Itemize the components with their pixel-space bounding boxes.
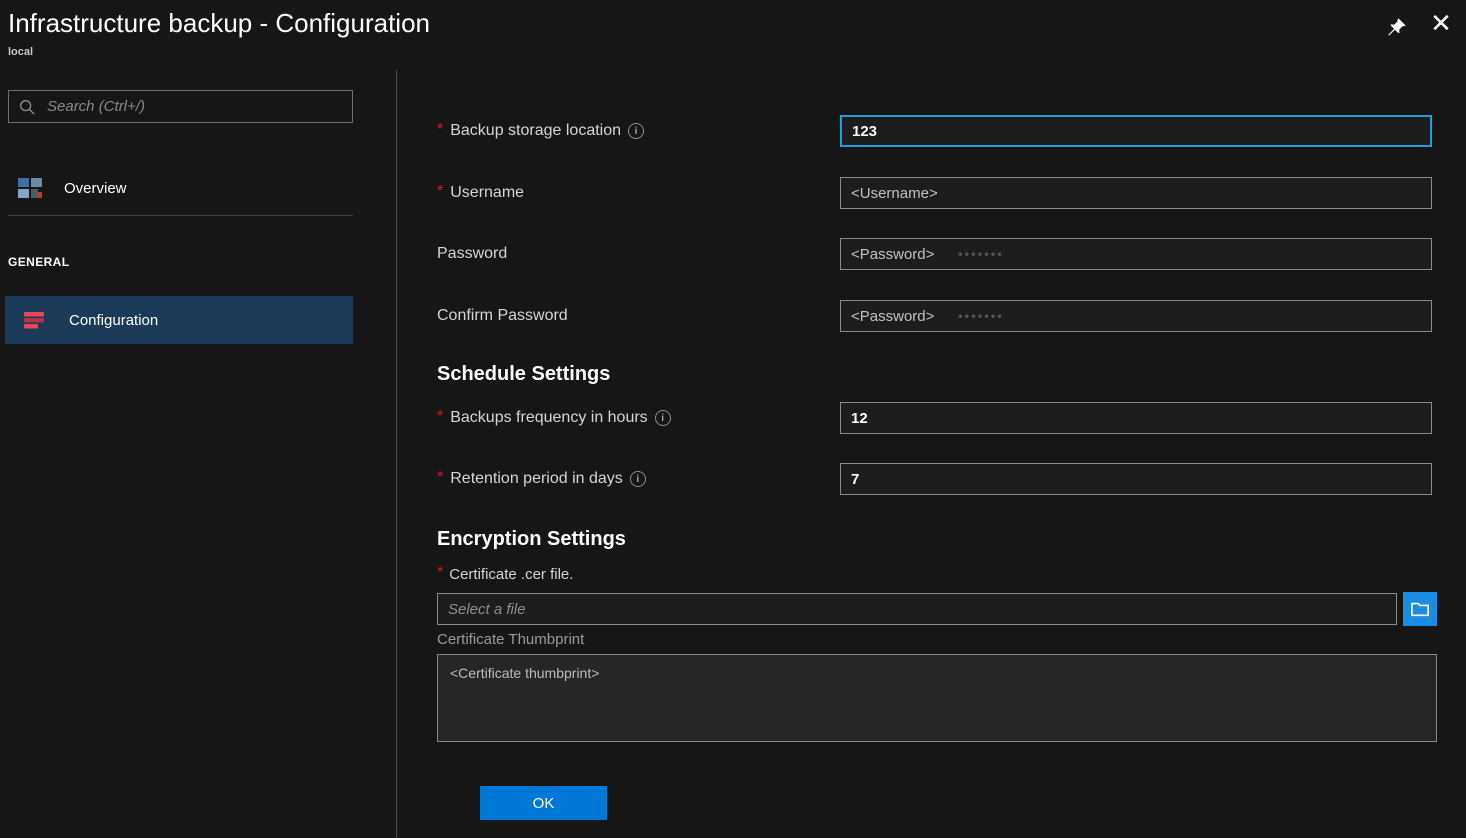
sidebar: Overview GENERAL Configuration (0, 70, 397, 838)
info-icon[interactable]: i (655, 410, 671, 426)
password-input[interactable] (840, 238, 1432, 270)
configuration-icon (21, 308, 49, 332)
field-label: * Retention period in days i (437, 470, 840, 488)
field-label-text: Backups frequency in hours (450, 409, 647, 427)
sidebar-item-configuration[interactable]: Configuration (5, 296, 353, 344)
backup-storage-location-input[interactable] (840, 115, 1432, 147)
page-title: Infrastructure backup - Configuration (8, 8, 430, 39)
certificate-thumbprint-label: Certificate Thumbprint (437, 631, 584, 648)
required-asterisk: * (437, 121, 443, 139)
certificate-thumbprint-textarea[interactable] (437, 654, 1437, 742)
sidebar-section-general: GENERAL (8, 255, 69, 269)
search-input[interactable] (45, 97, 343, 116)
pin-icon (1386, 16, 1408, 38)
field-row-confirm-password: Confirm Password ••••••• (437, 300, 1432, 332)
field-label: Confirm Password (437, 307, 840, 325)
confirm-password-input[interactable] (840, 300, 1432, 332)
field-label: * Backups frequency in hours i (437, 409, 840, 427)
info-icon[interactable]: i (630, 471, 646, 487)
confirm-password-input-wrap: ••••••• (840, 300, 1432, 332)
ok-button[interactable]: OK (480, 786, 607, 820)
section-heading-encryption-settings: Encryption Settings (437, 528, 626, 551)
section-heading-schedule-settings: Schedule Settings (437, 363, 610, 386)
field-row-password: Password ••••••• (437, 238, 1432, 270)
field-row-username: * Username (437, 177, 1432, 209)
field-label: * Username (437, 184, 840, 202)
field-label-text: Username (450, 184, 524, 202)
field-row-retention-period: * Retention period in days i (437, 463, 1432, 495)
info-icon[interactable]: i (628, 123, 644, 139)
folder-icon (1410, 600, 1430, 618)
required-asterisk: * (437, 408, 443, 426)
required-asterisk: * (437, 469, 443, 487)
infrastructure-backup-blade: { "header": { "title": "Infrastructure b… (0, 0, 1466, 838)
close-button[interactable]: ✕ (1424, 6, 1458, 40)
page-subtitle: local (8, 46, 33, 58)
required-asterisk: * (437, 564, 443, 582)
certificate-file-row (437, 592, 1437, 626)
field-label-text: Confirm Password (437, 307, 568, 325)
field-row-backups-frequency: * Backups frequency in hours i (437, 402, 1432, 434)
field-label: Password (437, 245, 840, 263)
configuration-form: * Backup storage location i * Username P… (398, 70, 1466, 838)
field-label-text: Password (437, 245, 507, 263)
required-asterisk: * (437, 183, 443, 201)
pin-button[interactable] (1382, 12, 1412, 42)
retention-period-input[interactable] (840, 463, 1432, 495)
overview-icon (16, 176, 44, 200)
field-label: * Backup storage location i (437, 122, 840, 140)
sidebar-divider (8, 215, 353, 216)
certificate-file-label: * Certificate .cer file. (437, 565, 573, 583)
sidebar-item-label: Configuration (69, 312, 158, 329)
search-box[interactable] (8, 90, 353, 123)
close-icon: ✕ (1430, 8, 1452, 39)
sidebar-item-overview[interactable]: Overview (0, 164, 353, 212)
browse-file-button[interactable] (1403, 592, 1437, 626)
backups-frequency-input[interactable] (840, 402, 1432, 434)
search-icon (18, 98, 36, 116)
field-label-text: Backup storage location (450, 122, 621, 140)
username-input[interactable] (840, 177, 1432, 209)
field-row-backup-storage-location: * Backup storage location i (437, 115, 1432, 147)
field-label-text: Retention period in days (450, 470, 623, 488)
certificate-file-input[interactable] (437, 593, 1397, 625)
password-input-wrap: ••••••• (840, 238, 1432, 270)
sidebar-item-label: Overview (64, 180, 127, 197)
field-label-text: Certificate .cer file. (449, 566, 573, 583)
